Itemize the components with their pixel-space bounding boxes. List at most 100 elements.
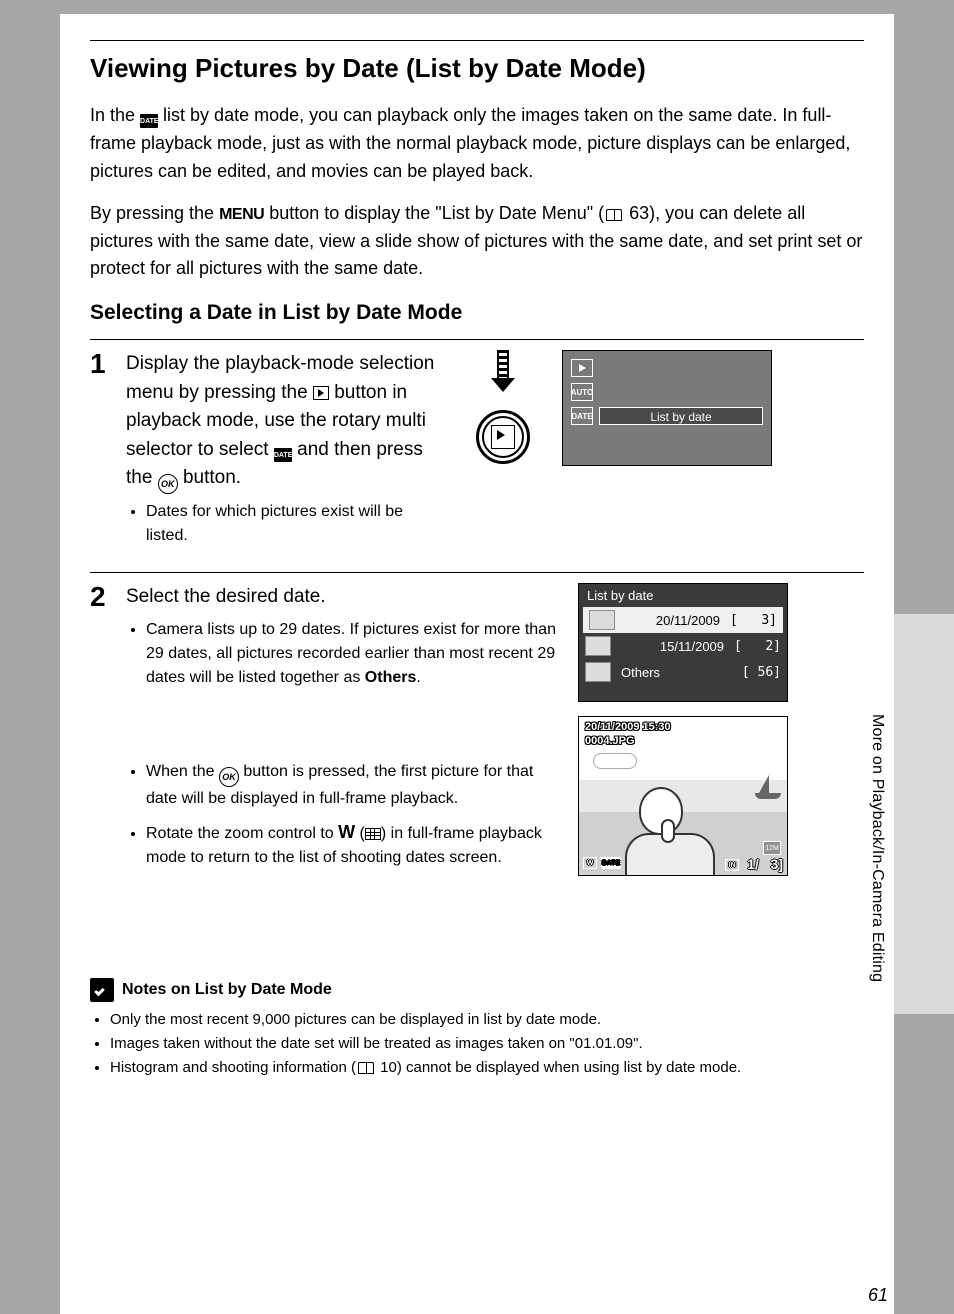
arrow-down-icon (492, 350, 514, 398)
count-num: 56 (758, 665, 774, 680)
date-text: 20/11/2009 (621, 613, 724, 628)
date-mode-icon: DATE (274, 448, 292, 462)
menu-highlight: List by date (599, 407, 763, 425)
date-mode-icon: DATE (140, 114, 158, 128)
size-badge: 12M (763, 841, 781, 855)
check-icon (90, 978, 114, 1002)
count-num: 2 (765, 639, 773, 654)
w-badge: W (583, 857, 597, 869)
step-figures: List by date 20/11/2009 [ 3] 15/11/2009 … (578, 583, 788, 878)
step-number: 1 (90, 350, 114, 556)
step-instruction: Select the desired date. (126, 583, 566, 612)
menu-icon-column: AUTO DATE (571, 359, 593, 425)
page-heading: Viewing Pictures by Date (List by Date M… (90, 40, 864, 84)
menu-screen-illustration: AUTO DATE List by date (562, 350, 772, 466)
notes-list: Only the most recent 9,000 pictures can … (90, 1008, 864, 1080)
count-num: 3 (761, 613, 769, 628)
section-label: More on Playback/In-Camera Editing (868, 714, 886, 982)
text: button. (178, 467, 241, 488)
text: button to display the "List by Date Menu… (264, 203, 604, 223)
dial-illustration (458, 350, 548, 470)
counter: 1/ 3] (747, 857, 783, 871)
substep: Camera lists up to 29 dates. If pictures… (146, 618, 566, 690)
text: Camera lists up to 29 dates. If pictures… (146, 621, 556, 686)
substep: When the OK button is pressed, the first… (146, 760, 566, 811)
filename: 0004.JPG (585, 735, 635, 747)
step-substeps: Camera lists up to 29 dates. If pictures… (126, 618, 566, 690)
notes-title: Notes on List by Date Mode (122, 981, 332, 999)
step-number: 2 (90, 583, 114, 878)
text: When the (146, 763, 219, 780)
book-icon (358, 1062, 374, 1074)
in-badge: IN (725, 859, 739, 871)
notes-section: Notes on List by Date Mode Only the most… (90, 978, 864, 1080)
bottom-icons: W DATE IN 1/ 3] (583, 857, 783, 871)
text: Rotate the zoom control to (146, 825, 338, 842)
side-tab (894, 614, 954, 1014)
sub-heading: Selecting a Date in List by Date Mode (90, 301, 864, 325)
step-body: Select the desired date. Camera lists up… (126, 583, 566, 878)
step-substeps: Dates for which pictures exist will be l… (126, 500, 446, 548)
intro-paragraph-2: By pressing the MENU button to display t… (90, 200, 864, 284)
date-icon: DATE (571, 407, 593, 425)
text: In the (90, 105, 140, 125)
step-1: 1 Display the playback-mode selection me… (90, 339, 864, 556)
book-icon (606, 209, 622, 221)
notes-header: Notes on List by Date Mode (90, 978, 864, 1002)
date-text: 15/11/2009 (617, 639, 728, 654)
text: Histogram and shooting information (110, 1059, 351, 1076)
overlay-text: 20/11/2009 15:30 0004.JPG (585, 721, 671, 747)
dial-circle (476, 410, 530, 464)
w-icon: W (338, 822, 355, 842)
thumbnail-icon (585, 636, 611, 656)
step-body: Display the playback-mode selection menu… (126, 350, 446, 556)
ok-button-icon: OK (158, 474, 178, 494)
count: [ 3] (730, 613, 777, 628)
step-figures: AUTO DATE List by date (458, 350, 772, 556)
text: list by date mode, you can playback only… (90, 105, 850, 181)
auto-icon: AUTO (571, 383, 593, 401)
note-item: Images taken without the date set will b… (110, 1032, 864, 1056)
text: . (416, 669, 420, 686)
intro-paragraph-1: In the DATE list by date mode, you can p… (90, 102, 864, 186)
list-row: 20/11/2009 [ 3] (583, 607, 783, 633)
thumbnail-icon (585, 662, 611, 682)
thumbnail-grid-icon (365, 828, 381, 840)
count: [ 2] (734, 639, 781, 654)
page-number: 61 (868, 1285, 888, 1306)
note-item: Histogram and shooting information ( 10)… (110, 1056, 864, 1080)
text: 1/ (747, 856, 759, 872)
play-icon (491, 425, 515, 449)
list-screen-illustration: List by date 20/11/2009 [ 3] 15/11/2009 … (578, 583, 788, 702)
step-instruction: Display the playback-mode selection menu… (126, 350, 446, 494)
text: ( (355, 825, 365, 842)
count: [ 56] (742, 665, 781, 680)
substep: Dates for which pictures exist will be l… (146, 500, 446, 548)
note-item: Only the most recent 9,000 pictures can … (110, 1008, 864, 1032)
list-row: 15/11/2009 [ 2] (579, 633, 787, 659)
bottom-left: W DATE (583, 857, 621, 871)
text: By pressing the (90, 203, 219, 223)
playback-screen-illustration: 20/11/2009 15:30 0004.JPG 12M W DATE IN … (578, 716, 788, 876)
bottom-right: IN 1/ 3] (725, 857, 783, 871)
list-row: Others [ 56] (579, 659, 787, 685)
substep: Rotate the zoom control to W () in full-… (146, 819, 566, 870)
step-2: 2 Select the desired date. Camera lists … (90, 572, 864, 878)
text: 3 (771, 856, 779, 872)
text-bold: Others (365, 669, 417, 686)
step-substeps: When the OK button is pressed, the first… (126, 760, 566, 870)
cloud-graphic (593, 753, 637, 769)
playback-icon (571, 359, 593, 377)
boat-graphic (759, 775, 769, 793)
menu-button-label: MENU (219, 206, 264, 223)
text: 10) cannot be displayed when using list … (376, 1059, 741, 1076)
date-badge: DATE (601, 857, 621, 869)
manual-page: More on Playback/In-Camera Editing Viewi… (60, 14, 894, 1314)
date-text: Others (617, 665, 736, 680)
thumbnail-icon (589, 610, 615, 630)
timestamp: 20/11/2009 15:30 (585, 721, 671, 733)
ok-button-icon: OK (219, 767, 239, 787)
list-footer (579, 685, 787, 701)
list-title: List by date (579, 584, 787, 607)
play-button-icon (313, 386, 329, 400)
